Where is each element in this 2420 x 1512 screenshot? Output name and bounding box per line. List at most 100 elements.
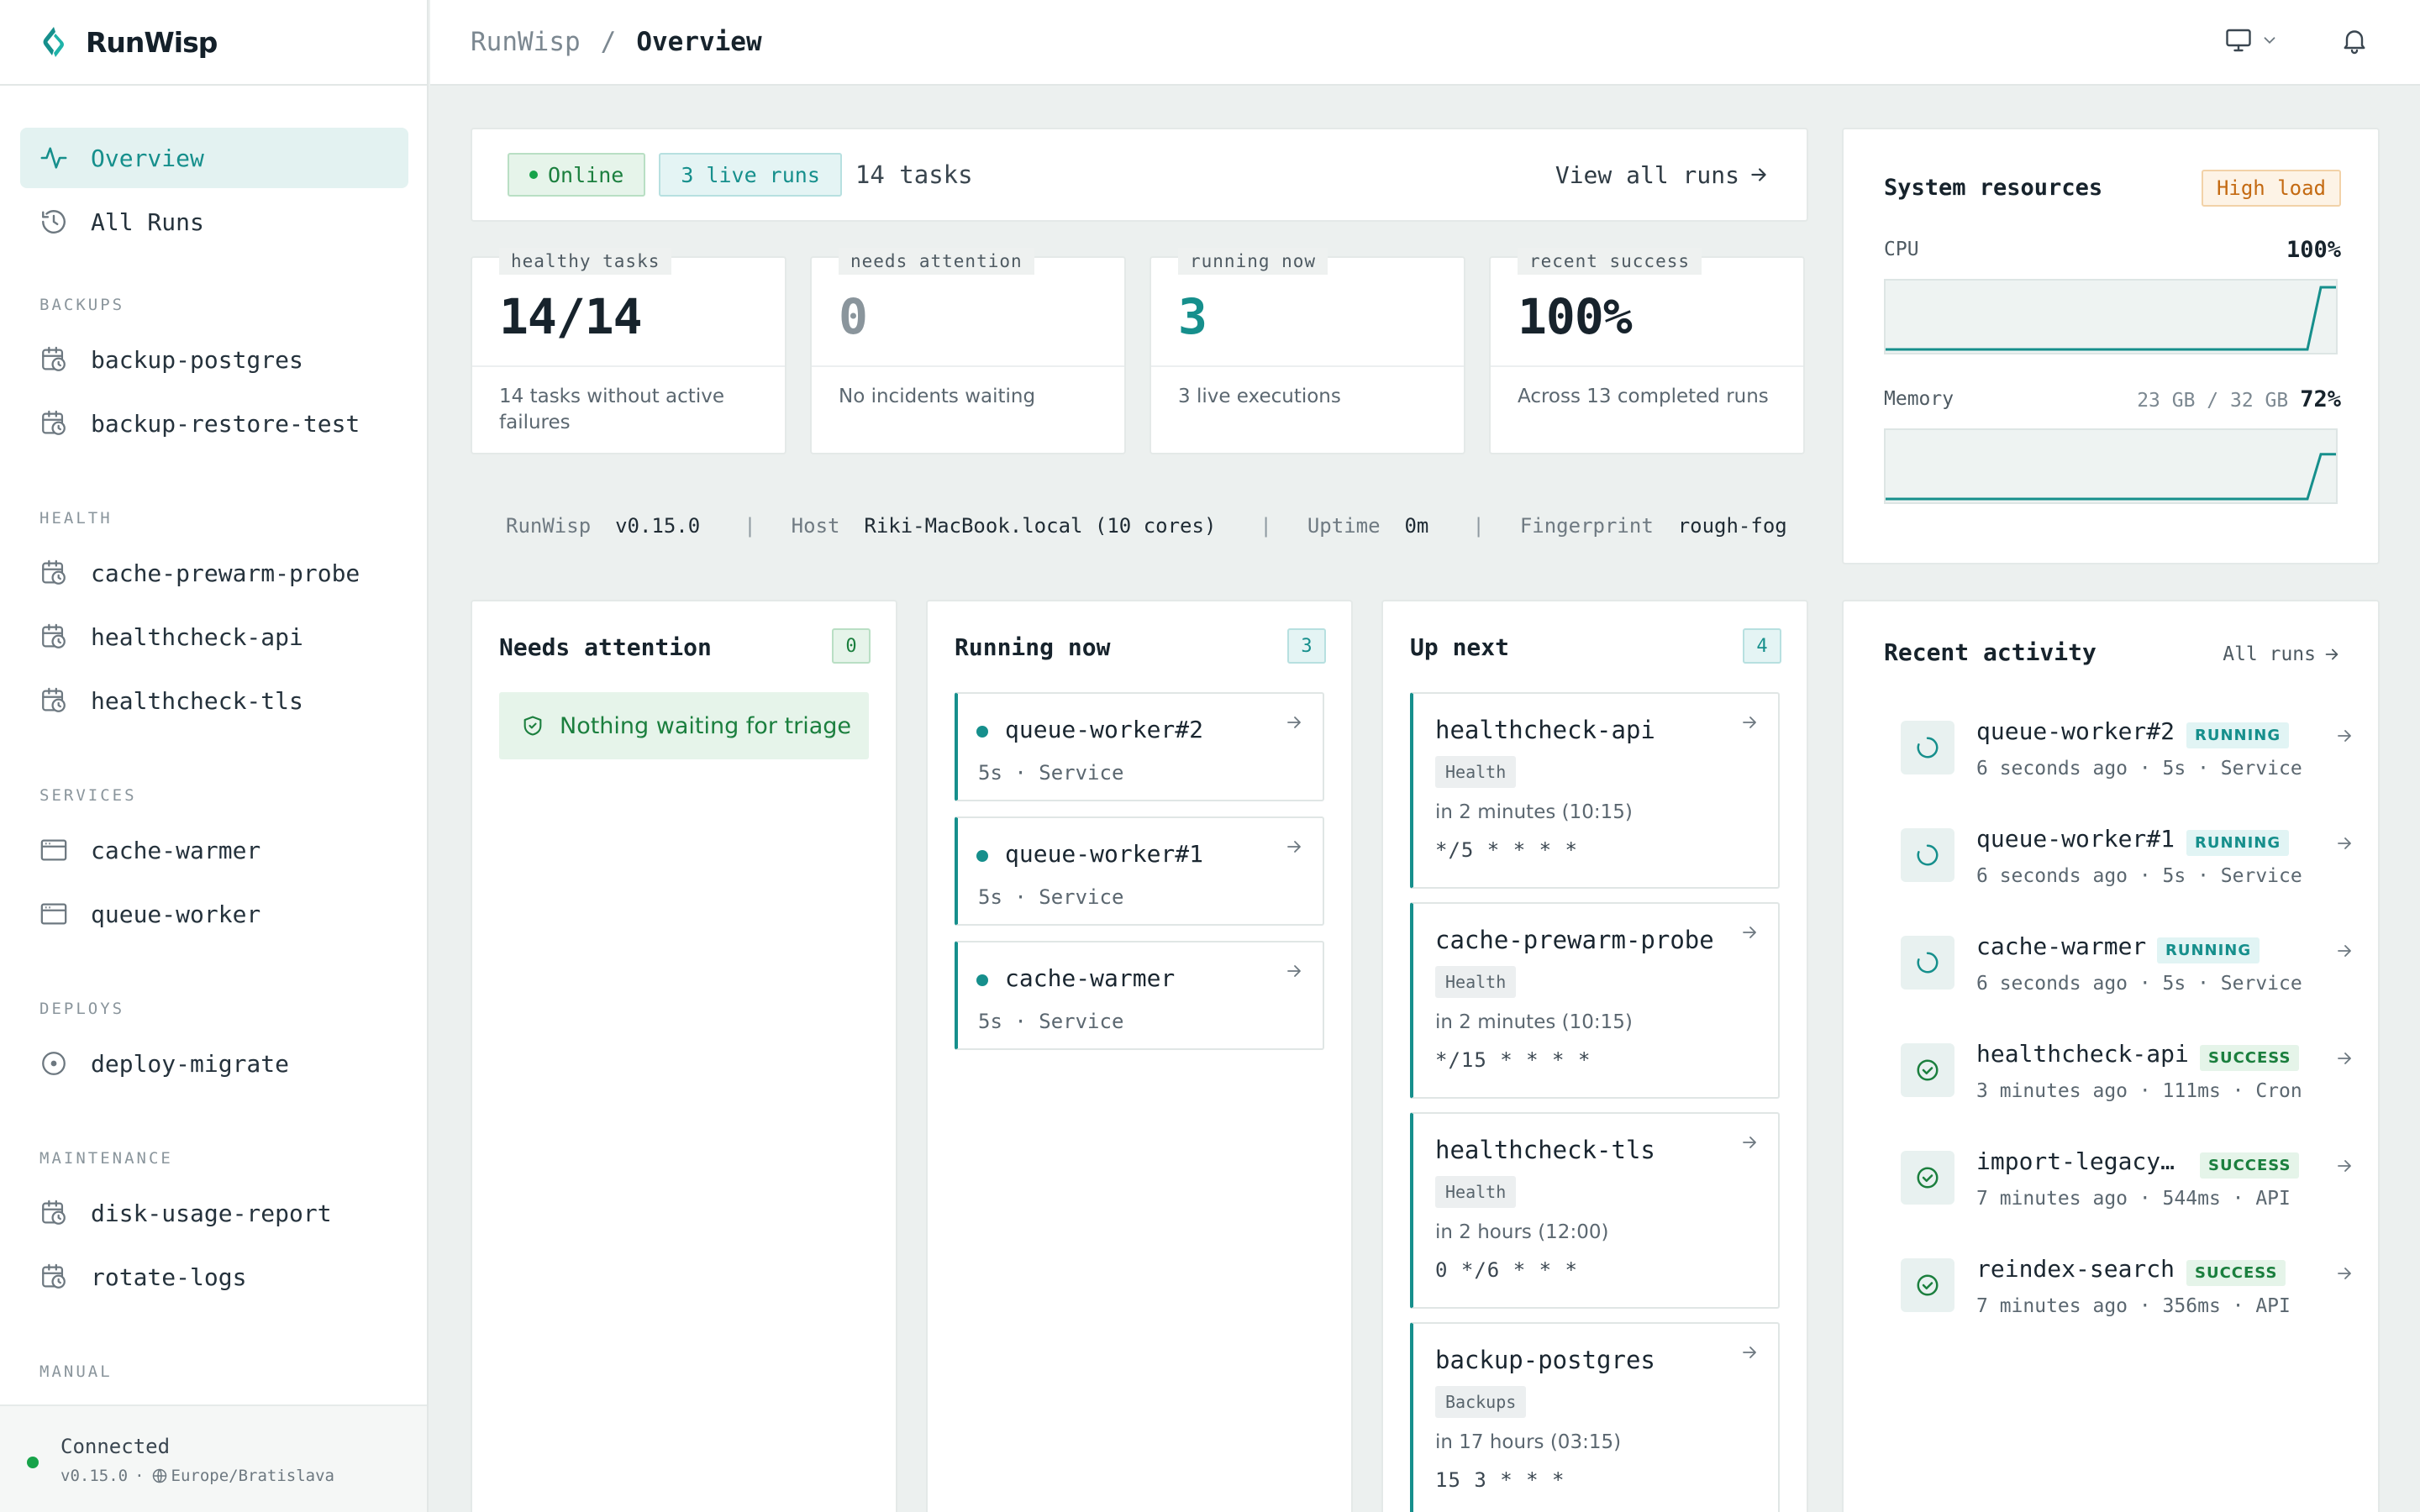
sidebar-item-label: backup-postgres (91, 345, 303, 374)
status-badge: SUCCESS (2200, 1152, 2300, 1179)
sidebar-item-label: All Runs (91, 207, 204, 236)
sidebar-item-cache-prewarm-probe[interactable]: cache-prewarm-probe (20, 543, 408, 603)
uptime-label: Uptime (1307, 514, 1381, 538)
running-dot-icon (976, 974, 988, 986)
status-badge: SUCCESS (2200, 1045, 2300, 1071)
memory-value: 72% (2300, 386, 2341, 412)
cpu-sparkline (1884, 279, 2338, 354)
sidebar-item-disk-usage-report[interactable]: disk-usage-report (20, 1183, 408, 1243)
up-next-item[interactable]: healthcheck-api Health in 2 minutes (10:15… (1410, 692, 1780, 889)
up-next-card: Up next 4 healthcheck-api Health in 2 minu… (1381, 600, 1808, 1512)
stat-value: 0 (839, 288, 868, 345)
task-name: healthcheck-tls (1435, 1136, 1655, 1164)
bell-icon[interactable] (2339, 25, 2370, 55)
activity-item[interactable]: healthcheck-api SUCCESS 3 minutes ago · 11… (1901, 1033, 2354, 1126)
sidebar-item-healthcheck-tls[interactable]: healthcheck-tls (20, 670, 408, 731)
sidebar-item-backup-postgres[interactable]: backup-postgres (20, 329, 408, 390)
sidebar-item-overview[interactable]: Overview (20, 128, 408, 188)
brand[interactable]: RunWisp (0, 0, 427, 86)
spinner-icon (1901, 936, 1954, 990)
memory-label: Memory (1884, 388, 1954, 410)
app-name: RunWisp (86, 25, 218, 59)
sidebar-section-heading: MANUAL (39, 1362, 113, 1381)
arrow-right-icon (1739, 1132, 1760, 1156)
shield-check-icon (523, 716, 542, 736)
divider (1151, 365, 1464, 367)
window-icon (39, 835, 69, 865)
activity-meta: 6 seconds ago · 5s · Service (1976, 758, 2302, 780)
arrow-right-icon (1284, 961, 1304, 984)
all-runs-link[interactable]: All runs (2223, 643, 2341, 665)
monitor-icon (2226, 29, 2251, 52)
uptime-value: 0m (1404, 514, 1429, 538)
running-now-card: Running now 3 queue-worker#2 5s · Service… (926, 600, 1353, 1512)
activity-name: reindex-search (1976, 1255, 2175, 1283)
online-badge: Online (508, 153, 646, 197)
sidebar-item-backup-restore-test[interactable]: backup-restore-test (20, 393, 408, 454)
check-circle-icon (1901, 1258, 1954, 1312)
cpu-label: CPU (1884, 239, 1919, 260)
sidebar-item-queue-worker[interactable]: queue-worker (20, 884, 408, 944)
sidebar-section-heading: BACKUPS (39, 296, 125, 314)
running-item[interactable]: cache-warmer 5s · Service (955, 941, 1324, 1050)
card-title: Up next (1410, 633, 1510, 661)
sidebar-item-label: healthcheck-tls (91, 686, 303, 715)
calendar-clock-icon (39, 1198, 69, 1228)
schedule-time: in 2 hours (12:00) (1435, 1221, 1609, 1243)
count-badge: 3 (1287, 628, 1326, 664)
activity-item[interactable]: import-legacy… SUCCESS 7 minutes ago · 544… (1901, 1141, 2354, 1233)
up-next-item[interactable]: backup-postgres Backups in 17 hours (03:15… (1410, 1322, 1780, 1512)
breadcrumb-root[interactable]: RunWisp (471, 27, 581, 57)
running-item[interactable]: queue-worker#2 5s · Service (955, 692, 1324, 801)
live-runs-badge[interactable]: 3 live runs (659, 153, 842, 197)
sidebar-item-healthcheck-api[interactable]: healthcheck-api (20, 606, 408, 667)
arrow-right-icon (2334, 1263, 2354, 1287)
arrow-right-icon (1284, 837, 1304, 860)
calendar-clock-icon (39, 408, 69, 438)
divider (812, 365, 1124, 367)
sidebar-item-rotate-logs[interactable]: rotate-logs (20, 1247, 408, 1307)
activity-item[interactable]: queue-worker#1 RUNNING 6 seconds ago · 5s … (1901, 818, 2354, 911)
view-all-runs-link[interactable]: View all runs (1555, 161, 1770, 189)
calendar-clock-icon (39, 685, 69, 716)
connected-dot-icon (27, 1457, 39, 1468)
sidebar-item-label: cache-warmer (91, 836, 261, 864)
activity-meta: 6 seconds ago · 5s · Service (1976, 973, 2302, 995)
app-label: RunWisp (506, 514, 592, 538)
system-resources-card: System resources High load CPU 100% Memo… (1842, 128, 2380, 564)
running-item[interactable]: queue-worker#1 5s · Service (955, 816, 1324, 926)
version-label: v0.15.0 (60, 1467, 129, 1485)
stat-label: running now (1178, 248, 1328, 275)
memory-sparkline (1884, 428, 2338, 504)
cron-expression: 15 3 * * * (1435, 1468, 1565, 1492)
run-meta: 5s · Service (978, 885, 1124, 909)
activity-item[interactable]: cache-warmer RUNNING 6 seconds ago · 5s · … (1901, 926, 2354, 1018)
count-badge: 4 (1743, 628, 1781, 664)
empty-state: Nothing waiting for triage (499, 692, 869, 759)
activity-item[interactable]: reindex-search SUCCESS 7 minutes ago · 356… (1901, 1248, 2354, 1341)
stat-label: healthy tasks (499, 248, 672, 275)
sidebar-item-label: cache-prewarm-probe (91, 559, 360, 587)
theme-dropdown[interactable] (2223, 25, 2279, 55)
sidebar-item-cache-warmer[interactable]: cache-warmer (20, 820, 408, 880)
sidebar-item-deploy-migrate[interactable]: deploy-migrate (20, 1033, 408, 1094)
arrow-right-icon (1739, 712, 1760, 736)
globe-icon (152, 1468, 166, 1483)
group-tag: Health (1435, 966, 1517, 998)
calendar-clock-icon (39, 622, 69, 652)
up-next-item[interactable]: cache-prewarm-probe Health in 2 minutes (1… (1410, 902, 1780, 1099)
stat-value: 14/14 (499, 288, 643, 345)
runwisp-logo-icon (43, 27, 64, 57)
high-load-badge: High load (2201, 170, 2341, 207)
activity-meta: 6 seconds ago · 5s · Service (1976, 865, 2302, 887)
app-version: v0.15.0 (615, 514, 701, 538)
activity-icon (39, 143, 69, 173)
sidebar-item-all-runs[interactable]: All Runs (20, 192, 408, 252)
activity-meta: 7 minutes ago · 356ms · API (1976, 1295, 2291, 1317)
stat-description: Across 13 completed runs (1518, 386, 1769, 407)
schedule-time: in 2 minutes (10:15) (1435, 1011, 1633, 1033)
up-next-item[interactable]: healthcheck-tls Health in 2 hours (12:00) 0… (1410, 1112, 1780, 1309)
arrow-right-icon (2334, 1156, 2354, 1179)
sidebar-item-label: backup-restore-test (91, 409, 360, 438)
activity-item[interactable]: queue-worker#2 RUNNING 6 seconds ago · 5s … (1901, 711, 2354, 803)
